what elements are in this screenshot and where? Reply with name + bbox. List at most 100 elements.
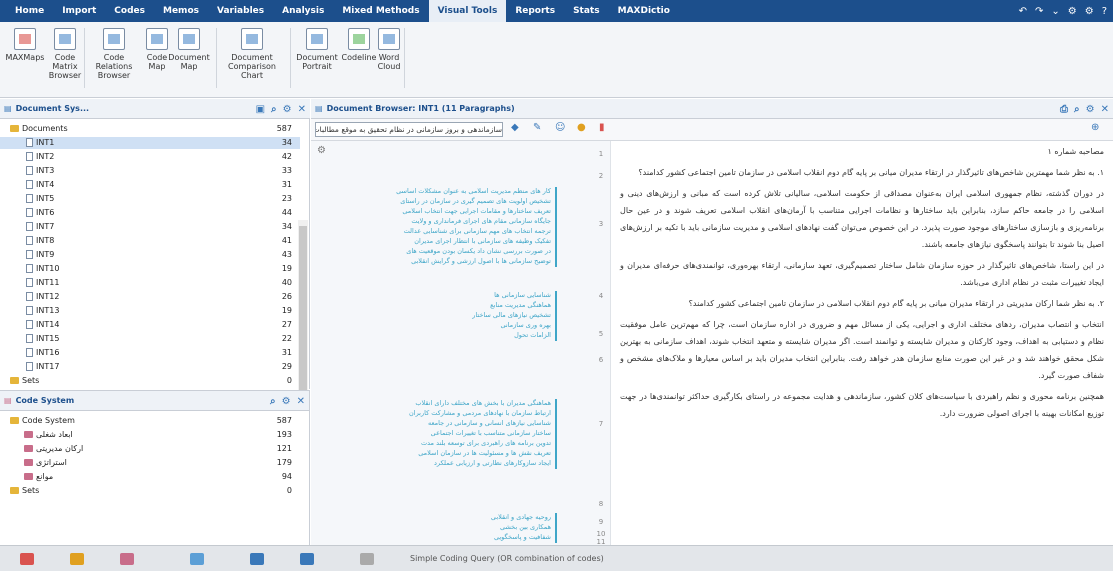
menu-item-memos[interactable]: Memos [154, 0, 208, 22]
menu-item-home[interactable]: Home [6, 0, 53, 22]
tree-row[interactable]: INT5 23 [0, 193, 300, 205]
ribbon-button-document-comparison[interactable]: Document Comparison Chart [222, 28, 282, 80]
tree-row[interactable]: INT14 27 [0, 319, 300, 331]
coded-segment[interactable]: الزامات تحول [319, 331, 551, 340]
ribbon-button-word-cloud[interactable]: Word Cloud [370, 28, 408, 71]
status-icon-2[interactable] [70, 553, 84, 565]
gear-icon[interactable]: ⚙ [317, 145, 326, 156]
coded-segment[interactable]: جایگاه سازمانی مقام های اجرای فرمانداری … [319, 217, 551, 226]
ribbon-button-document-map[interactable]: Document Map [168, 28, 210, 71]
menu-item-reports[interactable]: Reports [506, 0, 564, 22]
code-row[interactable]: Code System 587 [0, 415, 300, 427]
tree-row[interactable]: INT10 19 [0, 263, 300, 275]
highlight-icon[interactable]: ✎ [533, 122, 541, 133]
search-icon[interactable]: ⌕ [271, 104, 277, 115]
ribbon-button-document-portrait[interactable]: Document Portrait [296, 28, 338, 71]
coded-segment[interactable]: شناسایی سازمانی ها [319, 291, 551, 300]
coded-segment[interactable]: هماهنگی مدیران با بخش های مختلف دارای ان… [319, 399, 551, 408]
paragraph[interactable]: در این راستا، شاخص‌های تاثیرگذار در حوزه… [620, 257, 1104, 291]
tree-row[interactable]: INT9 43 [0, 249, 300, 261]
code-select[interactable]: سازماندهی و بروز سازمانی در نظام تحقیق ب… [315, 122, 503, 137]
search-icon[interactable]: ⌕ [1074, 104, 1080, 115]
segment-bracket[interactable] [555, 291, 557, 341]
tree-row[interactable]: INT15 22 [0, 333, 300, 345]
coded-segment[interactable]: همکاری بین بخشی [319, 523, 551, 532]
chevron-down-icon[interactable]: ⌄ [1051, 6, 1059, 17]
coded-segment[interactable]: تشخیص اولویت های تصمیم گیری در سازمان در… [319, 197, 551, 206]
tree-row[interactable]: Sets 0 [0, 375, 300, 387]
menu-item-stats[interactable]: Stats [564, 0, 609, 22]
coded-segment[interactable]: شفافیت و پاسخگویی [319, 533, 551, 542]
zoom-icon[interactable]: ⊕ [1091, 122, 1099, 133]
tree-row[interactable]: INT4 31 [0, 179, 300, 191]
coded-segment[interactable]: در صورت بررسی نشان داد یکسان بودن موقعیت… [319, 247, 551, 256]
coded-segment[interactable]: هماهنگی مدیریت منابع [319, 301, 551, 310]
code-color-icon[interactable]: ◆ [511, 122, 519, 133]
coded-segment[interactable]: تدوین برنامه های راهبردی برای توسعه بلند… [319, 439, 551, 448]
menu-item-variables[interactable]: Variables [208, 0, 273, 22]
tree-row[interactable]: INT1 34 [0, 137, 300, 149]
status-icon-4[interactable] [190, 553, 204, 565]
status-icon-1[interactable] [20, 553, 34, 565]
tree-row[interactable]: INT17 29 [0, 361, 300, 373]
close-icon[interactable]: ✕ [297, 396, 305, 407]
paragraph[interactable]: انتخاب و انتصاب مدیران، ردهای مختلف ادار… [620, 316, 1104, 384]
coded-segment[interactable]: ایجاد سازوکارهای نظارتی و ارزیابی عملکرد [319, 459, 551, 468]
document-text[interactable]: مصاحبه شماره ۱ ۱. به نظر شما مهمترین شاخص… [620, 143, 1104, 543]
status-icon-3[interactable] [120, 553, 134, 565]
tree-row[interactable]: INT13 19 [0, 305, 300, 317]
settings-icon[interactable]: ⚙ [1068, 6, 1077, 17]
new-document-icon[interactable]: ▣ [256, 104, 265, 115]
emoticode-icon[interactable]: ☺ [555, 122, 565, 133]
code-row[interactable]: استراتژی 179 [0, 457, 300, 469]
coded-segment[interactable]: تعریف نقش ها و مسئولیت ها در سازمان اسلا… [319, 449, 551, 458]
pin-icon[interactable]: ● [577, 122, 586, 133]
status-icon-6[interactable] [300, 553, 314, 565]
undo-icon[interactable]: ↶ [1019, 6, 1027, 17]
paragraph[interactable]: همچنین برنامه محوری و نظم راهبردی با سیا… [620, 388, 1104, 422]
close-icon[interactable]: ✕ [1101, 104, 1109, 115]
tree-row[interactable]: INT6 44 [0, 207, 300, 219]
tree-row[interactable]: INT12 26 [0, 291, 300, 303]
search-icon[interactable]: ⌕ [270, 396, 276, 407]
tree-row[interactable]: INT8 41 [0, 235, 300, 247]
marker-icon[interactable]: ▮ [599, 122, 605, 133]
tree-row[interactable]: INT7 34 [0, 221, 300, 233]
tree-row[interactable]: INT3 33 [0, 165, 300, 177]
gear-icon[interactable]: ⚙ [1085, 6, 1094, 17]
coded-segment[interactable]: بهره وری سازمانی [319, 321, 551, 330]
segment-bracket[interactable] [555, 187, 557, 267]
status-icon-5[interactable] [250, 553, 264, 565]
segment-bracket[interactable] [555, 399, 557, 469]
coded-segment[interactable]: ارتباط سازمان با نهادهای مردمی و مشارکت … [319, 409, 551, 418]
paragraph[interactable]: ۱. به نظر شما مهمترین شاخص‌های تاثیرگذار… [620, 164, 1104, 181]
print-icon[interactable]: ⎙ [1060, 104, 1068, 115]
ribbon-button-code-matrix[interactable]: Code Matrix Browser [46, 28, 84, 80]
status-icon-7[interactable] [360, 553, 374, 565]
close-icon[interactable]: ✕ [298, 104, 306, 115]
coded-segment[interactable]: روحیه جهادی و انقلابی [319, 513, 551, 522]
redo-icon[interactable]: ↷ [1035, 6, 1043, 17]
gear-icon[interactable]: ⚙ [282, 396, 291, 407]
tree-row[interactable]: INT2 42 [0, 151, 300, 163]
tree-row[interactable]: Documents 587 [0, 123, 300, 135]
ribbon-button-code-relations[interactable]: Code Relations Browser [92, 28, 136, 80]
coded-segment[interactable]: ترجمه انتخاب های مهم سازمانی برای شناسای… [319, 227, 551, 236]
coded-segment[interactable]: تعریف ساختارها و مقامات اجرایی جهت انتخا… [319, 207, 551, 216]
paragraph[interactable]: مصاحبه شماره ۱ [620, 143, 1104, 160]
code-row[interactable]: موانع 94 [0, 471, 300, 483]
ribbon-button-maxmaps[interactable]: MAXMaps [6, 28, 44, 62]
coded-segment[interactable]: تشخیص نیازهای مالی ساختار [319, 311, 551, 320]
gear-icon[interactable]: ⚙ [1086, 104, 1095, 115]
menu-item-analysis[interactable]: Analysis [273, 0, 333, 22]
help-icon[interactable]: ? [1102, 6, 1107, 17]
code-row[interactable]: ابعاد شغلی 193 [0, 429, 300, 441]
scrollbar-thumb[interactable] [299, 226, 307, 401]
menu-item-mixed-methods[interactable]: Mixed Methods [333, 0, 428, 22]
menu-item-import[interactable]: Import [53, 0, 105, 22]
coded-segment[interactable]: شناسایی نیازهای انسانی و سازمانی در جامع… [319, 419, 551, 428]
coded-segment[interactable]: کار های منظم مدیریت اسلامی به عنوان مشکل… [319, 187, 551, 196]
coded-segment[interactable]: تفکیک وظیفه های سازمانی با انتظار اجرای … [319, 237, 551, 246]
tree-row[interactable]: INT11 40 [0, 277, 300, 289]
code-row[interactable]: ارکان مدیریتی 121 [0, 443, 300, 455]
